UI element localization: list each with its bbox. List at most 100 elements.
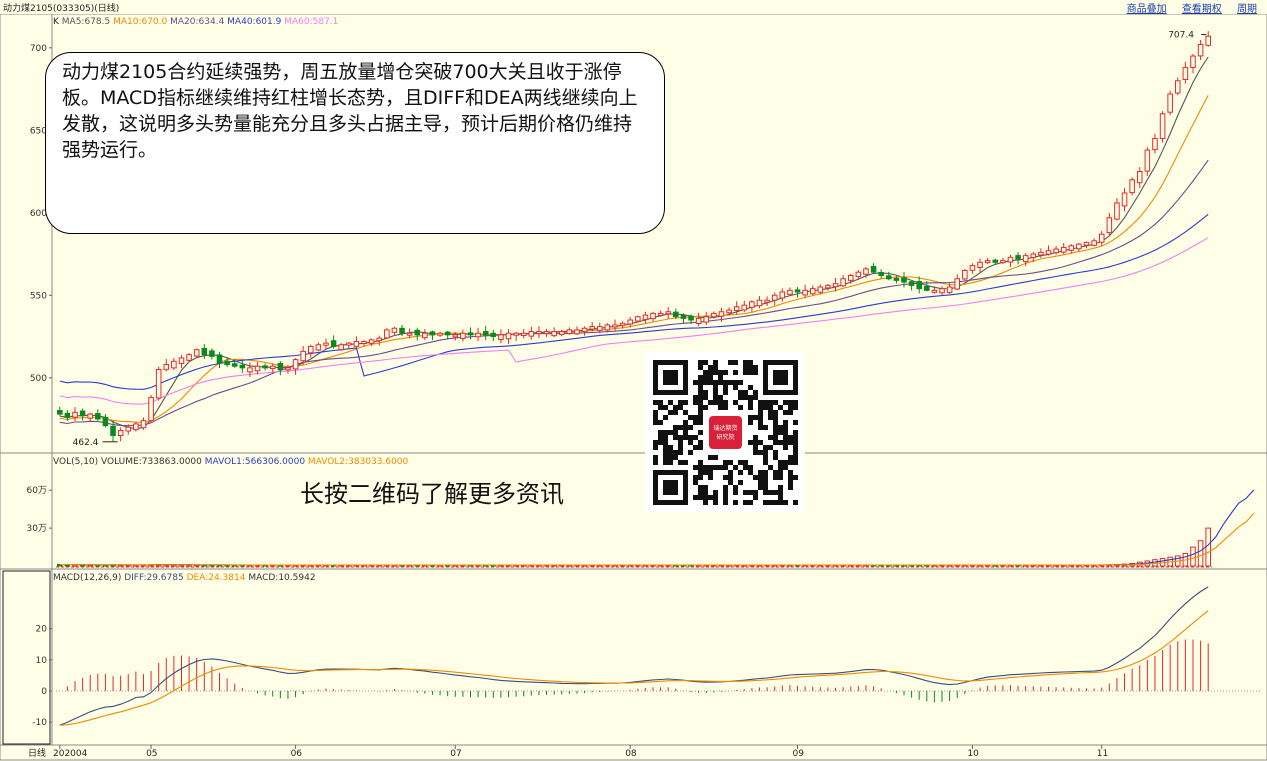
candle-body (946, 286, 953, 293)
candle-body (787, 289, 793, 295)
qr-module (703, 500, 708, 505)
candle-body (984, 260, 991, 264)
candle-body (254, 365, 261, 372)
candle-body (437, 332, 443, 336)
candle-body (376, 337, 383, 342)
qr-module (768, 490, 773, 495)
qr-module (653, 415, 658, 420)
qr-module (778, 405, 783, 410)
qr-module (698, 485, 703, 490)
qr-module (713, 365, 718, 370)
qr-module (793, 430, 798, 435)
qr-module (788, 435, 793, 440)
candle-body (414, 329, 421, 336)
qr-module (718, 400, 723, 405)
view-options-link[interactable]: 查看期权 (1182, 4, 1222, 15)
qr-module (663, 450, 668, 455)
ma60-line (59, 237, 1209, 405)
qr-module (758, 405, 763, 410)
candle-body (79, 410, 86, 417)
candle-body (566, 329, 573, 335)
qr-module (783, 430, 788, 435)
candle-body (216, 354, 223, 364)
candle-body (262, 365, 268, 369)
candle-body (901, 277, 907, 283)
qr-module (698, 490, 703, 495)
qr-module (703, 370, 708, 375)
diff-line (59, 586, 1209, 726)
qr-module (778, 495, 783, 500)
qr-module (653, 410, 658, 415)
qr-module (718, 370, 723, 375)
candle-body (893, 277, 900, 281)
candle-body (399, 327, 405, 334)
qr-module (708, 495, 713, 500)
qr-module (723, 475, 728, 480)
candle-body (102, 416, 109, 427)
candle-body (429, 331, 436, 336)
qr-module (753, 370, 758, 375)
qr-module (723, 490, 728, 495)
qr-module (753, 445, 758, 450)
candle-body (680, 314, 687, 319)
qr-module (773, 415, 778, 420)
qr-module (783, 420, 788, 425)
qr-module (763, 485, 768, 490)
qr-module (713, 385, 718, 390)
qr-module (713, 395, 718, 400)
candle-body (855, 271, 862, 277)
qr-module (733, 490, 738, 495)
qr-module (703, 390, 708, 395)
period-link[interactable]: 周期 (1237, 4, 1257, 15)
qr-module (773, 490, 778, 495)
qr-module (698, 380, 703, 385)
top-bar: 动力煤2105(033305)(日线) 商品叠加 查看期权 周期 (0, 0, 1267, 15)
qr-module (683, 400, 688, 405)
qr-module (738, 460, 743, 465)
qr-module (663, 445, 668, 450)
qr-module (773, 435, 778, 440)
dea-line (59, 610, 1209, 726)
x-tick-label: 10 (967, 749, 979, 759)
qr-module (688, 425, 693, 430)
annotation-text: 动力煤2105合约延续强势，周五放量增仓突破700大关且收于涨停板。MACD指标… (62, 61, 638, 161)
macd-tick-label: 20 (36, 625, 48, 635)
ma40-line (59, 213, 1209, 390)
price-tick-label: 500 (30, 374, 47, 384)
qr-module (663, 440, 668, 445)
overlay-commodity-link[interactable]: 商品叠加 (1127, 4, 1167, 15)
qr-module (793, 460, 798, 465)
qr-module (703, 395, 708, 400)
candle-body (962, 270, 968, 280)
qr-module (698, 430, 703, 435)
candle-body (391, 327, 398, 333)
qr-module (708, 365, 713, 370)
qr-module (718, 375, 723, 380)
qr-module (793, 500, 798, 505)
qr-module (698, 475, 703, 480)
qr-module (653, 440, 658, 445)
candle-body (939, 288, 945, 294)
qr-module (708, 470, 713, 475)
qr-module (753, 450, 758, 455)
qr-module (683, 435, 688, 440)
candle-body (155, 369, 162, 399)
qr-module (663, 455, 668, 460)
qr-module (728, 470, 733, 475)
qr-module (773, 440, 778, 445)
qr-module (738, 470, 743, 475)
qr-module (713, 360, 718, 365)
qr-module (748, 385, 753, 390)
candle-body (589, 326, 595, 330)
qr-module (678, 445, 683, 450)
candle-body (475, 332, 481, 338)
candle-body (498, 334, 504, 341)
qr-module (773, 475, 778, 480)
candle-body (505, 332, 512, 340)
candle-body (695, 317, 702, 325)
candle-body (908, 281, 915, 286)
qr-module (713, 400, 718, 405)
qr-module (793, 475, 798, 480)
qr-module (718, 465, 723, 470)
candle-body (64, 412, 71, 418)
